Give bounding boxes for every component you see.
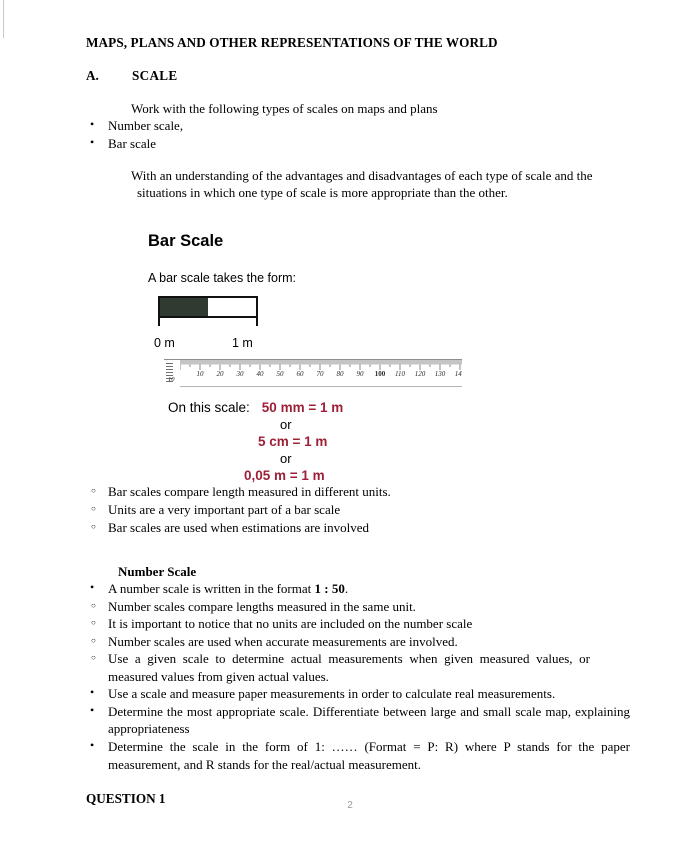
number-scale-format-suffix: . — [344, 581, 349, 597]
ruler-baseline — [180, 386, 462, 388]
ruler-number: 10 — [196, 370, 204, 379]
ruler-number: 30 — [236, 370, 244, 379]
ruler-image: 10 10 20 30 40 50 60 70 80 90 100 110 120 130 140 — [164, 359, 462, 389]
document-page: MAPS, PLANS AND OTHER REPRESENTATIONS OF… — [0, 0, 700, 862]
equivalence-mm: 50 mm = 1 m — [261, 400, 344, 416]
list-item: Use a given scale to determine actual me… — [86, 650, 590, 685]
equivalence-cm: 5 cm = 1 m — [258, 434, 328, 450]
number-scale-sub-list: Number scales compare lengths measured i… — [86, 598, 642, 686]
bar-scale-tick-start — [158, 316, 160, 327]
bar-scale-facts-list: Bar scales compare length measured in di… — [86, 483, 642, 536]
page-number: 2 — [347, 800, 353, 811]
bar-scale-labels: 0 m 1 m — [154, 336, 642, 354]
bar-scale-box — [158, 296, 258, 319]
bar-scale-heading: Bar Scale — [148, 232, 224, 251]
ruler-number: 50 — [276, 370, 284, 379]
list-item: Bar scales are used when estimations are… — [86, 519, 642, 537]
understanding-paragraph: With an understanding of the advantages … — [131, 167, 631, 201]
list-item: Bar scales compare length measured in di… — [86, 483, 642, 501]
bar-scale-caption: A bar scale takes the form: — [148, 271, 296, 286]
section-heading-scale: A. SCALE — [86, 68, 642, 84]
ruler-number: 90 — [356, 370, 364, 379]
list-item: Number scales are used when accurate mea… — [86, 633, 642, 651]
ruler-number: 100 — [374, 370, 386, 379]
understanding-line-2: situations in which one type of scale is… — [137, 185, 508, 201]
final-bullets-list: Use a scale and measure paper measuremen… — [86, 684, 642, 773]
bar-scale-graphic — [158, 296, 266, 334]
bar-scale-light-half — [208, 298, 256, 317]
ruler-number: 40 — [256, 370, 264, 379]
ruler-numbers: 10 20 30 40 50 60 70 80 90 100 110 120 130 140 — [180, 370, 463, 384]
bar-scale-tick-end — [256, 316, 258, 327]
list-item: Determine the scale in the form of 1: ……… — [86, 737, 630, 773]
ruler-number: 140 — [454, 370, 462, 379]
list-item: It is important to notice that no units … — [86, 615, 642, 633]
on-this-scale-block: On this scale: 50 mm = 1 m or 5 cm = 1 m… — [168, 400, 642, 483]
ruler-body: 10 20 30 40 50 60 70 80 90 100 110 120 130 140 — [180, 360, 462, 388]
list-item: Determine the most appropriate scale. Di… — [86, 702, 630, 738]
ruler-number: 110 — [395, 370, 405, 379]
bar-scale-label-start: 0 m — [154, 336, 175, 351]
ruler-number: 120 — [414, 370, 426, 379]
ruler-number: 80 — [336, 370, 344, 379]
section-name: SCALE — [132, 67, 178, 83]
list-item: Number scale, — [86, 116, 642, 135]
number-scale-format-value: 1 : 50 — [314, 581, 345, 597]
list-item: A number scale is written in the format … — [86, 579, 642, 598]
section-intro-text: Work with the following types of scales … — [131, 100, 438, 116]
ruler-number: 130 — [434, 370, 446, 379]
ruler-left-fragment-number: 10 — [168, 376, 175, 384]
ruler-number: 70 — [316, 370, 324, 379]
on-this-scale-label: On this scale: — [168, 400, 250, 416]
or-separator-1: or — [280, 417, 292, 433]
bar-scale-label-end: 1 m — [232, 336, 253, 351]
list-item: Use a scale and measure paper measuremen… — [86, 684, 642, 703]
list-item: Bar scale — [86, 134, 642, 153]
ruler-number: 60 — [296, 370, 304, 379]
list-item: Units are a very important part of a bar… — [86, 501, 642, 519]
bar-scale-dark-half — [160, 298, 208, 317]
number-scale-main-list: A number scale is written in the format … — [86, 579, 642, 598]
or-separator-2: or — [280, 451, 292, 467]
ruler-left-fragment: 10 — [164, 360, 179, 386]
equivalence-m: 0,05 m = 1 m — [244, 468, 325, 484]
on-this-scale-row: On this scale: 50 mm = 1 m — [168, 400, 642, 415]
understanding-line-1: With an understanding of the advantages … — [131, 168, 593, 184]
number-scale-format-prefix: A number scale is written in the format — [108, 581, 315, 597]
ruler-number: 20 — [216, 370, 224, 379]
number-scale-heading: Number Scale — [118, 564, 197, 580]
page-title: MAPS, PLANS AND OTHER REPRESENTATIONS OF… — [86, 35, 498, 50]
section-letter: A. — [86, 67, 99, 83]
scale-types-list: Number scale, Bar scale — [86, 116, 642, 153]
list-item: Number scales compare lengths measured i… — [86, 598, 642, 616]
